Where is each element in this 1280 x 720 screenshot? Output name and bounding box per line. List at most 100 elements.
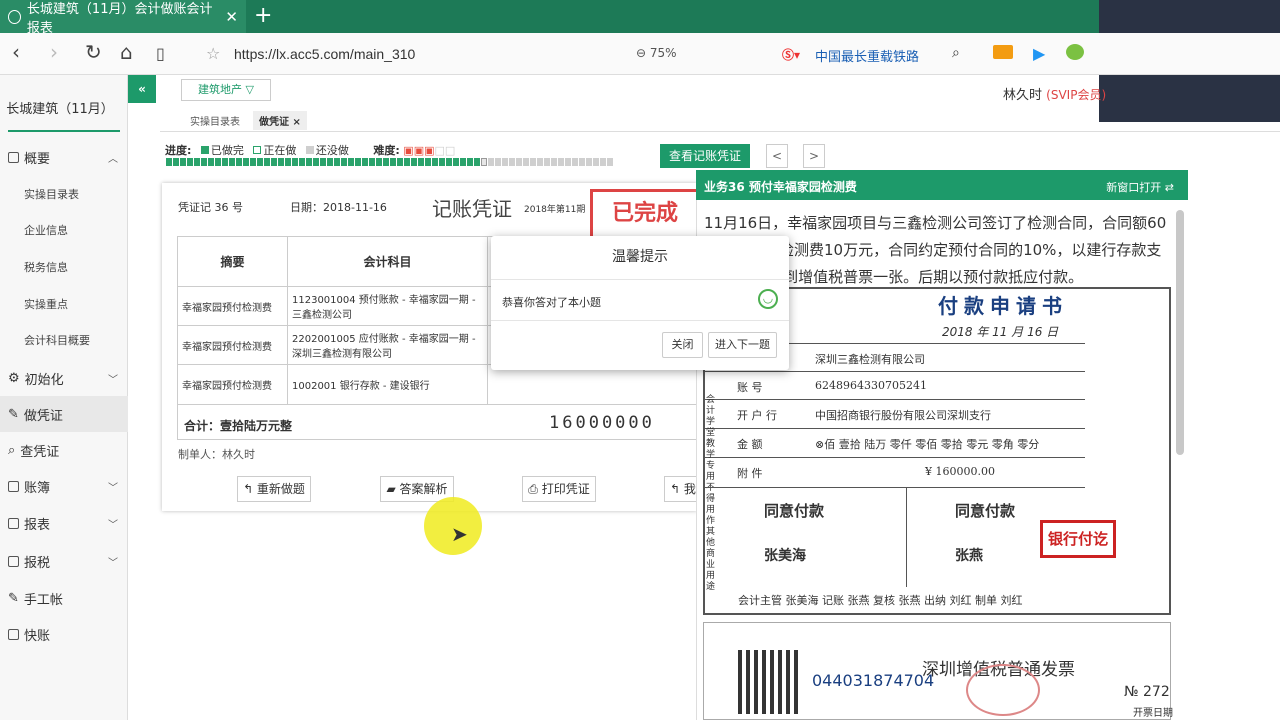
progress-cell[interactable] bbox=[467, 158, 473, 166]
progress-cell[interactable] bbox=[383, 158, 389, 166]
progress-cell[interactable] bbox=[362, 158, 368, 166]
progress-cell[interactable] bbox=[243, 158, 249, 166]
row-summary[interactable]: 幸福家园预付检测费 bbox=[177, 325, 288, 365]
sidebar-item-accounts[interactable]: 会计科目概要 bbox=[0, 322, 128, 358]
browser-tab[interactable]: 长城建筑（11月）会计做账会计报表 ✕ bbox=[0, 0, 246, 36]
collapse-sidebar-button[interactable]: « bbox=[128, 75, 156, 103]
search-icon[interactable]: ⌕ bbox=[952, 45, 960, 61]
zoom-level[interactable]: ⊖ 75% bbox=[636, 46, 677, 60]
progress-cell[interactable] bbox=[229, 158, 235, 166]
progress-cell[interactable] bbox=[299, 158, 305, 166]
progress-cell[interactable] bbox=[236, 158, 242, 166]
user-info[interactable]: 林久时 (SVIP会员) bbox=[1003, 84, 1106, 103]
news-link[interactable]: 中国最长重载铁路 bbox=[815, 46, 919, 65]
chat-icon[interactable] bbox=[1066, 44, 1084, 60]
progress-cell[interactable] bbox=[565, 158, 571, 166]
progress-cell[interactable] bbox=[537, 158, 543, 166]
progress-cell[interactable] bbox=[278, 158, 284, 166]
progress-cell[interactable] bbox=[292, 158, 298, 166]
progress-cell[interactable] bbox=[502, 158, 508, 166]
progress-cell[interactable] bbox=[215, 158, 221, 166]
sidebar-item-tax[interactable]: 报税 ﹀ bbox=[0, 543, 128, 579]
progress-cell[interactable] bbox=[523, 158, 529, 166]
scrollbar[interactable] bbox=[1176, 210, 1184, 455]
progress-cell[interactable] bbox=[369, 158, 375, 166]
progress-cell[interactable] bbox=[586, 158, 592, 166]
progress-cell[interactable] bbox=[544, 158, 550, 166]
my-answer-button[interactable]: ↰ 我 bbox=[664, 476, 696, 502]
progress-cell[interactable] bbox=[411, 158, 417, 166]
progress-cell[interactable] bbox=[390, 158, 396, 166]
next-question-button[interactable]: 进入下一题 bbox=[708, 332, 777, 358]
progress-cell[interactable] bbox=[355, 158, 361, 166]
progress-cell[interactable] bbox=[593, 158, 599, 166]
row-account[interactable]: 2202001005 应付账款 - 幸福家园一期 - 深圳三鑫检测有限公司 bbox=[287, 325, 488, 365]
progress-cell[interactable] bbox=[201, 158, 207, 166]
progress-cell[interactable] bbox=[285, 158, 291, 166]
star-icon[interactable]: ☆ bbox=[206, 44, 220, 63]
progress-cell[interactable] bbox=[187, 158, 193, 166]
progress-cell[interactable] bbox=[579, 158, 585, 166]
progress-cell[interactable] bbox=[572, 158, 578, 166]
progress-cell[interactable] bbox=[509, 158, 515, 166]
close-button[interactable]: 关闭 bbox=[662, 332, 703, 358]
sidebar-item-init[interactable]: ⚙ 初始化 ﹀ bbox=[0, 360, 128, 396]
progress-cell[interactable] bbox=[306, 158, 312, 166]
progress-cell[interactable] bbox=[180, 158, 186, 166]
progress-cell[interactable] bbox=[481, 158, 487, 166]
sidebar-item-quick[interactable]: 快账 bbox=[0, 616, 128, 652]
progress-cell[interactable] bbox=[404, 158, 410, 166]
progress-cell[interactable] bbox=[607, 158, 613, 166]
sidebar-item-catalog[interactable]: 实操目录表 bbox=[0, 176, 128, 212]
progress-cell[interactable] bbox=[432, 158, 438, 166]
progress-cell[interactable] bbox=[474, 158, 480, 166]
sidebar-item-overview[interactable]: 概要 ︿ bbox=[0, 139, 128, 175]
progress-cell[interactable] bbox=[250, 158, 256, 166]
progress-cell[interactable] bbox=[173, 158, 179, 166]
progress-cell[interactable] bbox=[558, 158, 564, 166]
progress-cell[interactable] bbox=[516, 158, 522, 166]
sidebar-item-tax-info[interactable]: 税务信息 bbox=[0, 249, 128, 285]
row-account[interactable]: 1002001 银行存款 - 建设银行 bbox=[287, 364, 488, 405]
back-icon[interactable]: ‹ bbox=[12, 40, 20, 64]
reading-icon[interactable]: ▯ bbox=[156, 44, 165, 63]
progress-cell[interactable] bbox=[453, 158, 459, 166]
sidebar-item-key-points[interactable]: 实操重点 bbox=[0, 286, 128, 322]
row-account[interactable]: 1123001004 预付账款 - 幸福家园一期 - 三鑫检测公司 bbox=[287, 286, 488, 326]
progress-cell[interactable] bbox=[376, 158, 382, 166]
progress-cell[interactable] bbox=[446, 158, 452, 166]
progress-cell[interactable] bbox=[425, 158, 431, 166]
progress-cell[interactable] bbox=[348, 158, 354, 166]
url-input[interactable]: https://lx.acc5.com/main_310 bbox=[234, 46, 415, 62]
next-button[interactable]: > bbox=[803, 144, 825, 168]
forward-icon[interactable]: › bbox=[50, 40, 58, 64]
home-icon[interactable]: ⌂ bbox=[120, 40, 133, 64]
sidebar-item-query-voucher[interactable]: ⌕ 查凭证 bbox=[0, 432, 128, 468]
prev-button[interactable]: < bbox=[766, 144, 788, 168]
progress-cell[interactable] bbox=[397, 158, 403, 166]
progress-cell[interactable] bbox=[341, 158, 347, 166]
progress-cell[interactable] bbox=[194, 158, 200, 166]
progress-cell[interactable] bbox=[418, 158, 424, 166]
view-voucher-button[interactable]: 查看记账凭证 bbox=[660, 144, 750, 168]
tab-catalog[interactable]: 实操目录表 bbox=[184, 111, 246, 130]
print-button[interactable]: ⎙ 打印凭证 bbox=[522, 476, 596, 502]
progress-cell[interactable] bbox=[334, 158, 340, 166]
close-icon[interactable]: ✕ bbox=[225, 8, 238, 26]
play-icon[interactable]: ▶ bbox=[1033, 44, 1045, 63]
sidebar-item-report[interactable]: 报表 ﹀ bbox=[0, 505, 128, 541]
row-summary[interactable]: 幸福家园预付检测费 bbox=[177, 364, 288, 405]
progress-cell[interactable] bbox=[166, 158, 172, 166]
progress-cell[interactable] bbox=[551, 158, 557, 166]
redo-button[interactable]: ↰ 重新做题 bbox=[237, 476, 311, 502]
progress-cell[interactable] bbox=[320, 158, 326, 166]
progress-cell[interactable] bbox=[271, 158, 277, 166]
progress-cell[interactable] bbox=[495, 158, 501, 166]
progress-cell[interactable] bbox=[313, 158, 319, 166]
row-summary[interactable]: 幸福家园预付检测费 bbox=[177, 286, 288, 326]
tab-make-voucher[interactable]: 做凭证 × bbox=[253, 111, 307, 130]
progress-cell[interactable] bbox=[257, 158, 263, 166]
progress-cell[interactable] bbox=[439, 158, 445, 166]
progress-cell[interactable] bbox=[208, 158, 214, 166]
sidebar-item-ledger[interactable]: 账簿 ﹀ bbox=[0, 468, 128, 504]
